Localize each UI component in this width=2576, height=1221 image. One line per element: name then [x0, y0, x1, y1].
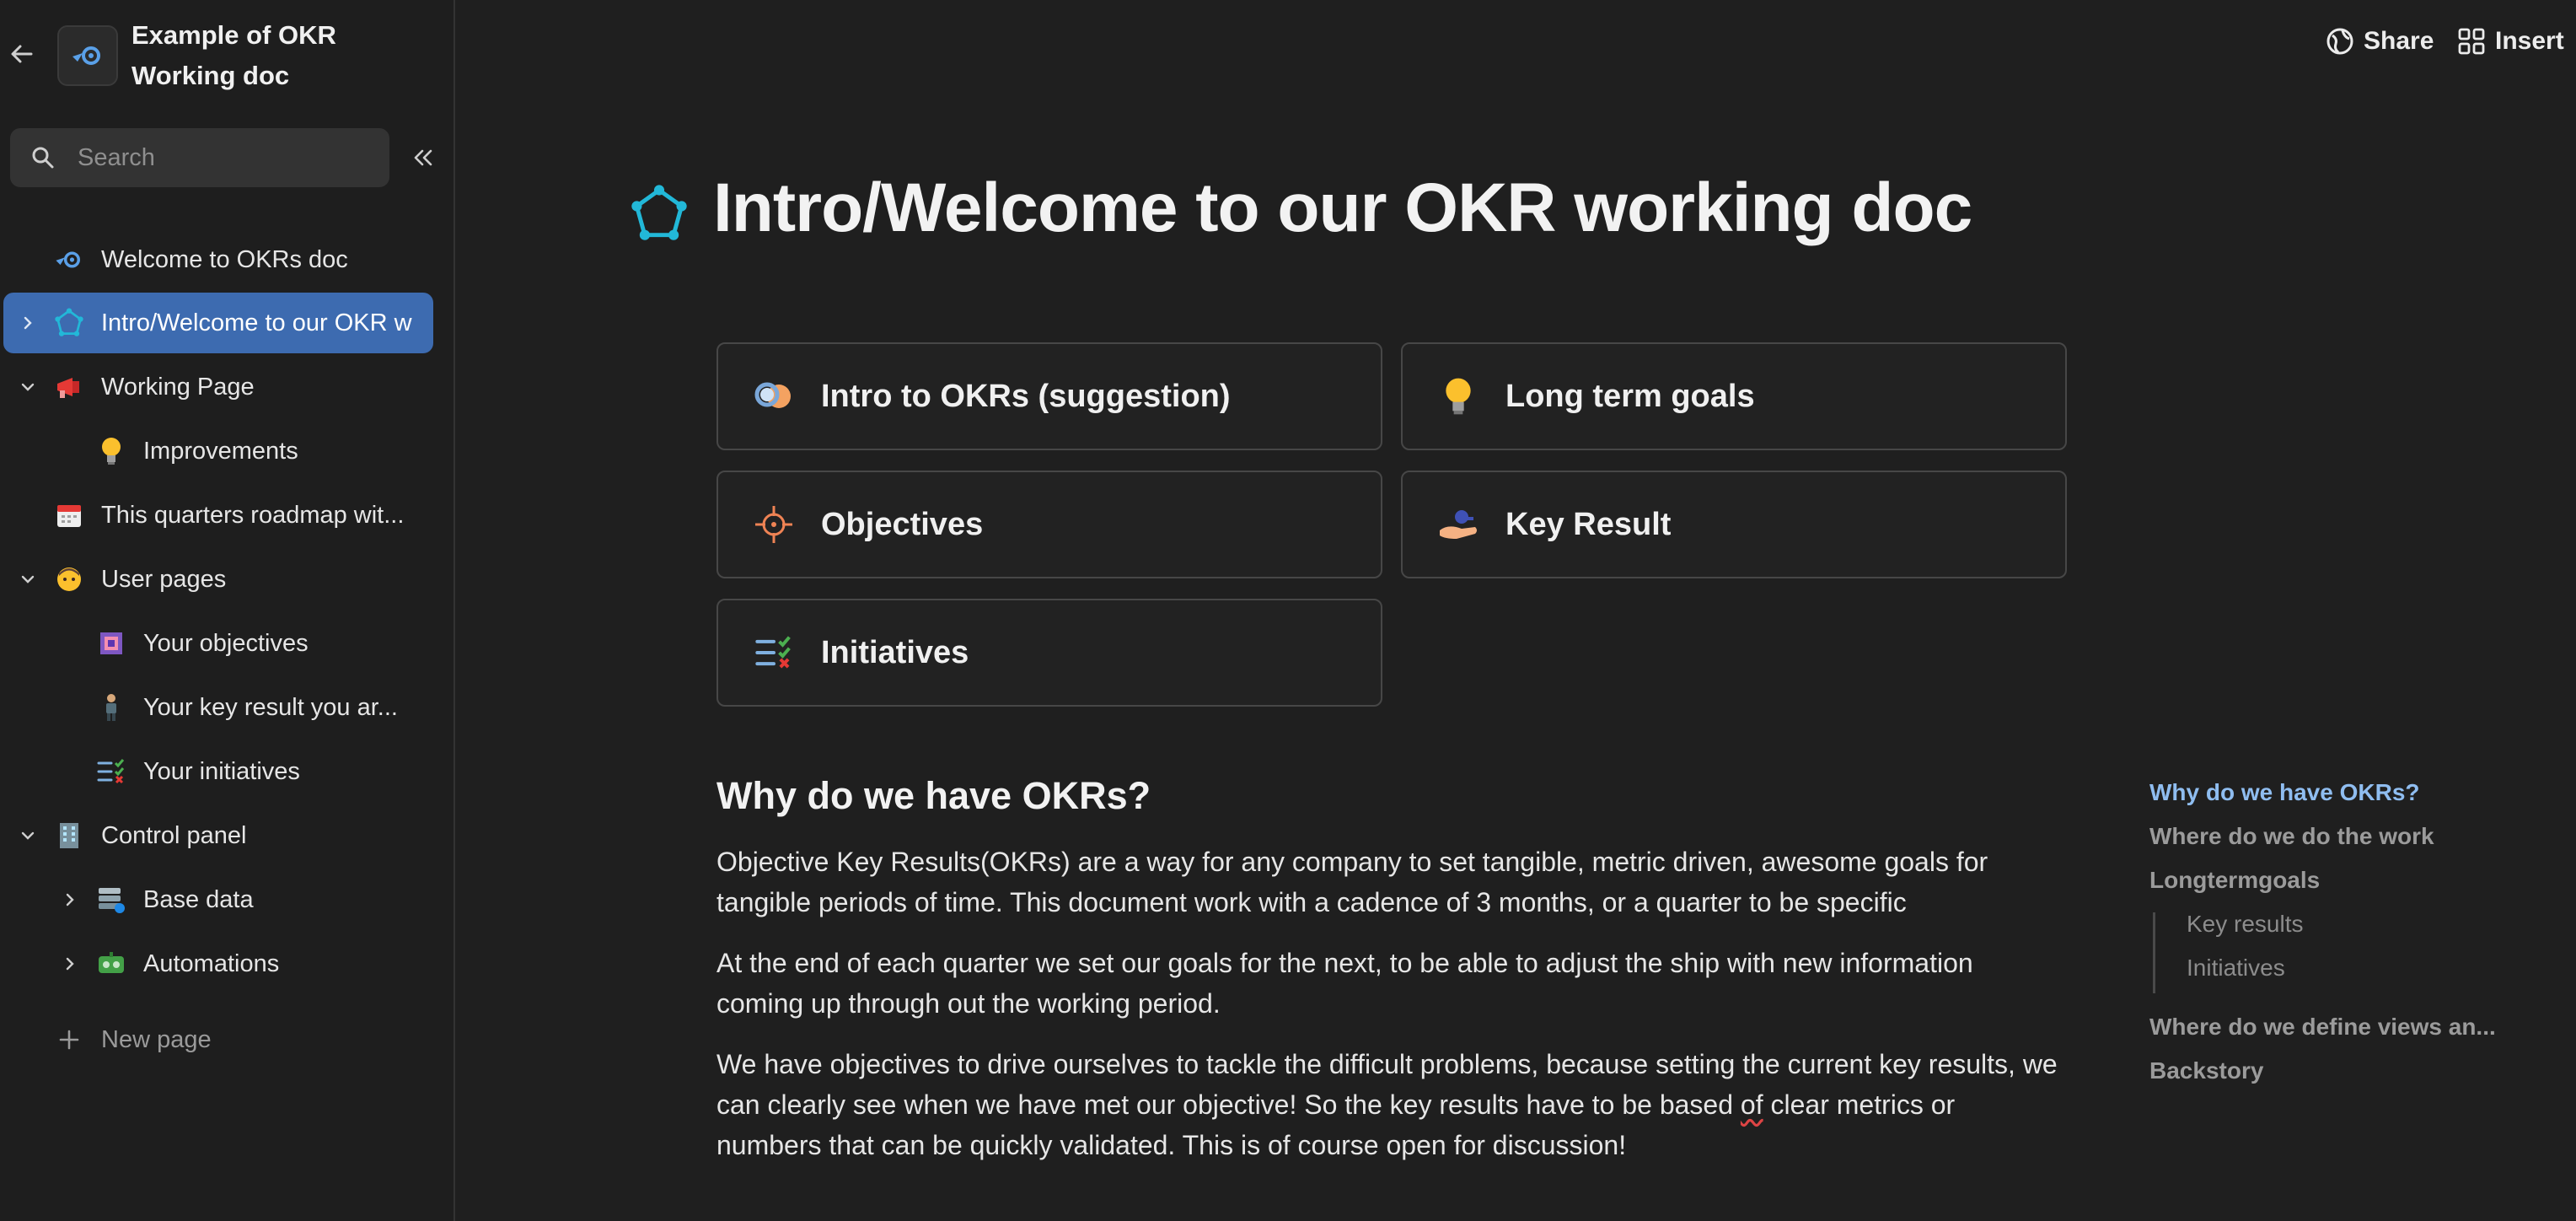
hand-key-icon [1435, 501, 1482, 548]
card-label: Initiatives [821, 634, 969, 670]
card-label: Long term goals [1505, 378, 1755, 414]
insert-button[interactable]: Insert [2456, 20, 2564, 62]
megaphone-icon [52, 370, 86, 404]
sidebar-item-working-page[interactable]: Working Page [3, 357, 433, 417]
checklist-icon [94, 755, 128, 788]
sidebar-item-your-objectives[interactable]: Your objectives [3, 613, 433, 674]
okr-logo-icon [52, 243, 86, 277]
sidebar-item-label: Intro/Welcome to our OKR w [101, 309, 412, 336]
sidebar-item-control-panel[interactable]: Control panel [3, 805, 433, 866]
card-objectives[interactable]: Objectives [716, 471, 1382, 578]
sidebar-item-improvements[interactable]: Improvements [3, 421, 433, 481]
chevron-right-icon[interactable] [59, 953, 81, 975]
card-long-term-goals[interactable]: Long term goals [1401, 342, 2067, 450]
doc-title-line2: Working doc [131, 61, 290, 90]
grid-plus-icon [2456, 26, 2487, 56]
sidebar-item-label: This quarters roadmap wit... [101, 501, 405, 529]
sidebar-item-label: Your key result you ar... [143, 693, 398, 721]
sidebar-item-label: Your objectives [143, 629, 309, 657]
toc-item-where-work[interactable]: Where do we do the work [2149, 823, 2434, 850]
pentagon-nodes-icon [52, 306, 86, 340]
checklist-icon [750, 629, 797, 676]
new-page-label: New page [101, 1025, 212, 1053]
chevron-right-icon[interactable] [59, 889, 81, 911]
magnifier-person-icon [750, 373, 797, 420]
pentagon-nodes-icon [631, 185, 687, 240]
toc-indent-line [2153, 912, 2155, 993]
lightbulb-icon [1435, 373, 1482, 420]
paragraph-1: Objective Key Results(OKRs) are a way fo… [716, 847, 1988, 917]
globe-icon [2325, 26, 2355, 56]
toc-item-longtermgoals[interactable]: Longtermgoals [2149, 867, 2320, 894]
paragraph-3: We have objectives to drive ourselves to… [716, 1044, 2065, 1165]
search-input[interactable]: Search [10, 128, 389, 187]
lightbulb-icon [94, 434, 128, 468]
page-title[interactable]: Intro/Welcome to our OKR working doc [713, 169, 1972, 248]
card-intro-to-okrs[interactable]: Intro to OKRs (suggestion) [716, 342, 1382, 450]
spellcheck-word[interactable]: of [1741, 1089, 1763, 1120]
card-label: Intro to OKRs (suggestion) [821, 378, 1231, 414]
collapse-sidebar-button[interactable] [405, 140, 440, 175]
card-label: Key Result [1505, 506, 1672, 542]
sidebar-item-your-initiatives[interactable]: Your initiatives [3, 741, 433, 802]
sidebar-item-label: Working Page [101, 373, 255, 401]
section-heading: Why do we have OKRs? [716, 774, 1151, 817]
share-button[interactable]: Share [2325, 20, 2434, 62]
card-initiatives[interactable]: Initiatives [716, 599, 1382, 707]
database-icon [94, 883, 128, 917]
search-placeholder: Search [78, 143, 155, 171]
sidebar-item-label: Your initiatives [143, 757, 300, 785]
sidebar-item-base-data[interactable]: Base data [3, 869, 433, 930]
building-icon [52, 819, 86, 853]
toc-item-initiatives[interactable]: Initiatives [2187, 955, 2285, 982]
paragraph-2: At the end of each quarter we set our go… [716, 948, 1973, 1019]
person-standing-icon [94, 691, 128, 724]
doc-title[interactable]: Example of OKR Working doc [131, 15, 435, 96]
double-chevron-left-icon [414, 149, 432, 166]
arrow-left-icon [11, 45, 33, 63]
card-label: Objectives [821, 506, 984, 542]
sidebar-item-intro[interactable]: Intro/Welcome to our OKR w [3, 293, 433, 353]
sidebar-item-user-pages[interactable]: User pages [3, 549, 433, 610]
calendar-icon [52, 498, 86, 532]
robot-icon [94, 947, 128, 981]
sidebar-item-your-key-result[interactable]: Your key result you ar... [3, 677, 433, 738]
toc-item-why-okrs[interactable]: Why do we have OKRs? [2149, 779, 2420, 806]
chevron-right-icon[interactable] [17, 312, 39, 334]
toc-item-backstory[interactable]: Backstory [2149, 1057, 2263, 1084]
chevron-down-icon[interactable] [17, 568, 39, 590]
sidebar-item-label: User pages [101, 565, 227, 593]
okr-logo-icon [72, 46, 100, 65]
doc-title-line1: Example of OKR [131, 20, 336, 50]
plus-icon [52, 1023, 86, 1057]
chevron-down-icon[interactable] [17, 376, 39, 398]
toc-item-key-results[interactable]: Key results [2187, 911, 2304, 938]
sidebar-item-label: Welcome to OKRs doc [101, 245, 348, 273]
sidebar-item-roadmap[interactable]: This quarters roadmap wit... [3, 485, 433, 546]
sidebar-item-label: Improvements [143, 437, 298, 465]
framed-picture-icon [94, 627, 128, 660]
sidebar-item-label: Automations [143, 949, 280, 977]
chevron-down-icon[interactable] [17, 825, 39, 847]
card-key-result[interactable]: Key Result [1401, 471, 2067, 578]
back-button[interactable] [5, 37, 39, 71]
search-icon [29, 143, 57, 172]
sidebar-item-automations[interactable]: Automations [3, 933, 433, 994]
sidebar-item-label: Control panel [101, 821, 247, 849]
crosshair-icon [750, 501, 797, 548]
doc-icon[interactable] [57, 25, 118, 86]
person-icon [52, 562, 86, 596]
sidebar-item-welcome[interactable]: Welcome to OKRs doc [3, 229, 433, 290]
sidebar-item-label: Base data [143, 885, 254, 913]
new-page-button[interactable]: New page [3, 1009, 433, 1070]
share-label: Share [2364, 27, 2434, 55]
insert-label: Insert [2495, 27, 2564, 55]
toc-item-define-views[interactable]: Where do we define views an... [2149, 1014, 2496, 1041]
